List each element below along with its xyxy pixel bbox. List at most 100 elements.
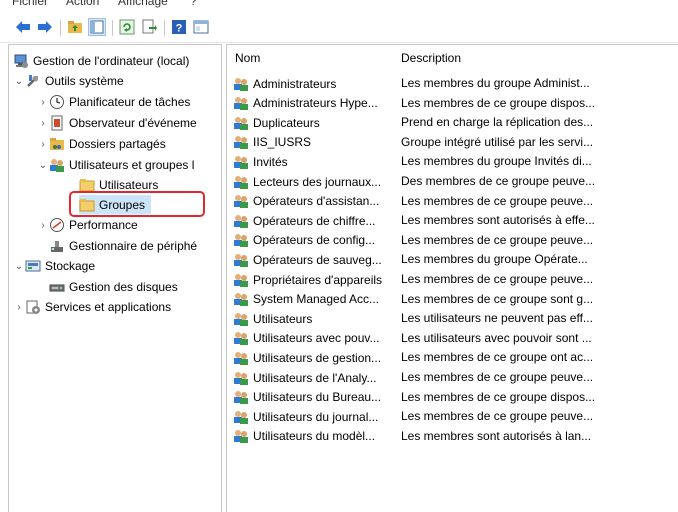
group-name-cell[interactable]: Utilisateurs du journal... bbox=[233, 407, 405, 426]
menu-help[interactable]: ? bbox=[190, 0, 197, 8]
tree-item-performance[interactable]: › Performance bbox=[37, 215, 138, 235]
tree-item-device-manager[interactable]: Gestionnaire de périphé bbox=[49, 236, 197, 256]
group-name-cell[interactable]: Opérateurs d'assistan... bbox=[233, 192, 405, 211]
table-row[interactable]: Lecteurs des journaux... Des membres de c… bbox=[227, 172, 678, 191]
table-row[interactable]: Opérateurs d'assistan... Les membres de c… bbox=[227, 192, 678, 211]
chevron-right-icon[interactable]: › bbox=[13, 302, 25, 313]
tree-item-storage[interactable]: ⌄ Stockage bbox=[13, 256, 95, 276]
chevron-down-icon[interactable]: ⌄ bbox=[37, 160, 49, 171]
group-icon bbox=[233, 409, 249, 425]
group-icon bbox=[233, 134, 249, 150]
group-name-cell[interactable]: Utilisateurs bbox=[233, 309, 405, 328]
back-icon[interactable] bbox=[14, 18, 32, 36]
tree-item-disk-management[interactable]: Gestion des disques bbox=[49, 277, 178, 297]
disk-icon bbox=[49, 279, 65, 295]
table-row[interactable]: Opérateurs de config... Les membres de ce… bbox=[227, 231, 678, 250]
group-description: Les membres de ce groupe peuve... bbox=[401, 409, 594, 424]
column-header-name[interactable]: Nom bbox=[235, 51, 260, 65]
group-name-cell[interactable]: Utilisateurs du modèl... bbox=[233, 427, 405, 446]
group-name-cell[interactable]: Opérateurs de config... bbox=[233, 231, 405, 250]
highlight-box bbox=[69, 191, 205, 217]
tree-label: Utilisateurs et groupes l bbox=[69, 158, 195, 172]
menu-action[interactable]: Action bbox=[66, 0, 99, 8]
group-name-cell[interactable]: Utilisateurs du Bureau... bbox=[233, 388, 405, 407]
table-row[interactable]: IIS_IUSRS Groupe intégré utilisé par les … bbox=[227, 133, 678, 152]
group-name: Utilisateurs avec pouv... bbox=[253, 331, 380, 346]
console-tree[interactable]: Gestion de l'ordinateur (local) ⌄ Outils… bbox=[8, 44, 222, 512]
group-name-cell[interactable]: Propriétaires d'appareils bbox=[233, 270, 405, 289]
group-description: Les membres de ce groupe dispos... bbox=[401, 95, 596, 110]
tree-label: Services et applications bbox=[45, 300, 172, 314]
group-name: Utilisateurs du journal... bbox=[253, 409, 379, 424]
table-row[interactable]: Duplicateurs Prend en charge la réplicati… bbox=[227, 113, 678, 132]
group-description: Les membres de ce groupe peuve... bbox=[401, 272, 594, 286]
tree-item-task-scheduler[interactable]: › Planificateur de tâches bbox=[37, 92, 190, 112]
group-name: Utilisateurs de gestion... bbox=[253, 350, 382, 365]
tree-label: Performance bbox=[69, 218, 138, 232]
tree-item-shared-folders[interactable]: › Dossiers partagés bbox=[37, 134, 165, 154]
menu-affichage[interactable]: Affichage bbox=[118, 0, 168, 8]
chevron-right-icon[interactable]: › bbox=[37, 118, 49, 129]
group-name-cell[interactable]: IIS_IUSRS bbox=[233, 133, 405, 152]
table-row[interactable]: Opérateurs de chiffre... Les membres sont… bbox=[227, 211, 678, 230]
column-header-description[interactable]: Description bbox=[401, 51, 461, 65]
tree-item-root[interactable]: Gestion de l'ordinateur (local) bbox=[13, 51, 189, 71]
chevron-right-icon[interactable]: › bbox=[37, 97, 49, 108]
group-name: Opérateurs de chiffre... bbox=[253, 213, 376, 228]
group-name-cell[interactable]: System Managed Acc... bbox=[233, 290, 405, 309]
group-name-cell[interactable]: Invités bbox=[233, 152, 405, 171]
group-description: Groupe intégré utilisé par les servi... bbox=[401, 134, 594, 149]
table-row[interactable]: Utilisateurs Les utilisateurs ne peuvent … bbox=[227, 309, 678, 328]
performance-icon bbox=[49, 217, 65, 233]
table-row[interactable]: Utilisateurs du journal... Les membres de… bbox=[227, 407, 678, 426]
mmc-icon[interactable] bbox=[192, 18, 210, 36]
tree-item-event-viewer[interactable]: › Observateur d'événeme bbox=[37, 113, 197, 133]
group-icon bbox=[233, 115, 249, 131]
chevron-down-icon[interactable]: ⌄ bbox=[13, 76, 25, 87]
group-name-cell[interactable]: Lecteurs des journaux... bbox=[233, 172, 405, 191]
group-name-cell[interactable]: Duplicateurs bbox=[233, 113, 405, 132]
table-row[interactable]: Utilisateurs de gestion... Les membres de… bbox=[227, 348, 678, 367]
table-row[interactable]: Administrateurs Hype... Les membres de ce… bbox=[227, 94, 678, 113]
chevron-down-icon[interactable]: ⌄ bbox=[13, 261, 25, 272]
tree-item-services-apps[interactable]: › Services et applications bbox=[13, 297, 171, 317]
up-folder-icon[interactable] bbox=[66, 18, 84, 36]
tree-label: Observateur d'événeme bbox=[69, 116, 197, 130]
group-icon bbox=[233, 389, 249, 405]
table-row[interactable]: Utilisateurs avec pouv... Les utilisateur… bbox=[227, 329, 678, 348]
group-description: Les membres sont autorisés à lan... bbox=[401, 428, 592, 443]
table-row[interactable]: Administrateurs Les membres du groupe Adm… bbox=[227, 74, 678, 93]
group-description: Les membres du groupe Opérate... bbox=[401, 252, 588, 267]
group-name-cell[interactable]: Utilisateurs de l'Analy... bbox=[233, 368, 405, 387]
tree-label: Gestion des disques bbox=[69, 280, 178, 294]
export-list-icon[interactable] bbox=[140, 18, 158, 36]
group-name-cell[interactable]: Utilisateurs de gestion... bbox=[233, 348, 405, 367]
refresh-icon[interactable] bbox=[118, 18, 136, 36]
tree-item-local-users-groups[interactable]: ⌄ Utilisateurs et groupes l bbox=[37, 155, 194, 175]
forward-icon[interactable] bbox=[36, 18, 54, 36]
group-name-cell[interactable]: Administrateurs Hype... bbox=[233, 94, 405, 113]
table-row[interactable]: Utilisateurs de l'Analy... Les membres de… bbox=[227, 368, 678, 387]
table-row[interactable]: Propriétaires d'appareils Les membres de … bbox=[227, 270, 678, 289]
group-description: Les membres sont autorisés à effe... bbox=[401, 213, 595, 228]
tree-item-system-tools[interactable]: ⌄ Outils système bbox=[13, 71, 124, 91]
group-name-cell[interactable]: Opérateurs de chiffre... bbox=[233, 211, 405, 230]
chevron-right-icon[interactable]: › bbox=[37, 139, 49, 150]
table-row[interactable]: Opérateurs de sauveg... Les membres du gr… bbox=[227, 250, 678, 269]
group-icon bbox=[233, 350, 249, 366]
chevron-right-icon[interactable]: › bbox=[37, 220, 49, 231]
group-name-cell[interactable]: Utilisateurs avec pouv... bbox=[233, 329, 405, 348]
table-row[interactable]: Invités Les membres du groupe Invités di.… bbox=[227, 152, 678, 171]
table-row[interactable]: Utilisateurs du modèl... Les membres sont… bbox=[227, 427, 678, 446]
menu-fichier[interactable]: Fichier bbox=[12, 0, 48, 8]
table-row[interactable]: Utilisateurs du Bureau... Les membres de … bbox=[227, 388, 678, 407]
show-hide-tree-icon[interactable] bbox=[88, 18, 106, 36]
group-name-cell[interactable]: Opérateurs de sauveg... bbox=[233, 250, 405, 269]
help-icon[interactable]: ? bbox=[170, 18, 188, 36]
group-name-cell[interactable]: Administrateurs bbox=[233, 74, 405, 93]
toolbar-separator bbox=[164, 20, 165, 36]
event-log-icon bbox=[49, 115, 65, 131]
table-row[interactable]: System Managed Acc... Les membres de ce g… bbox=[227, 290, 678, 309]
svg-text:?: ? bbox=[176, 23, 183, 35]
groups-list[interactable]: Nom Description Administrateurs Les membr… bbox=[226, 44, 678, 512]
